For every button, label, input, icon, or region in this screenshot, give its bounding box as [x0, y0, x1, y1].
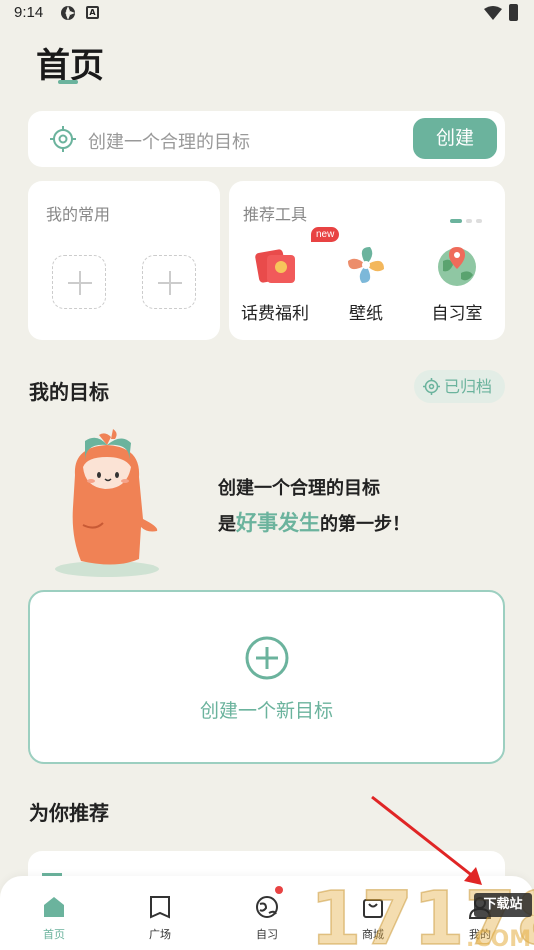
tab-label: 自习: [256, 928, 278, 941]
tool-phone-bill[interactable]: new 话费福利: [233, 227, 340, 324]
red-arrow-annotation: [371, 795, 482, 885]
slogan-prefix: 是: [218, 514, 236, 535]
tab-home[interactable]: 首页: [24, 876, 84, 950]
target-icon: [423, 378, 440, 395]
target-icon: [50, 126, 76, 152]
mascot-illustration: [55, 429, 159, 577]
globe-pin-icon: [438, 247, 476, 286]
carousel-dot-active: [450, 219, 462, 223]
notification-dot: [275, 886, 283, 894]
watermark-suffix: .COM: [466, 927, 531, 950]
goal-input-placeholder[interactable]: 创建一个合理的目标: [88, 128, 250, 154]
tab-label: 广场: [149, 928, 171, 941]
settings-status-icon: [61, 6, 75, 20]
watermark-badge: 下载站: [474, 893, 532, 917]
goal-slogan-line1: 创建一个合理的目标: [218, 478, 380, 499]
tool-study-room[interactable]: 自习室: [415, 243, 499, 324]
goal-slogan-line2: 是好事发生的第一步！: [218, 507, 410, 537]
title-underline: [58, 80, 78, 84]
recommend-section-title: 为你推荐: [29, 801, 109, 825]
create-goal-button[interactable]: 创建: [413, 118, 497, 159]
book-icon: [150, 896, 170, 919]
carousel-dots: [450, 208, 486, 227]
tab-study[interactable]: 自习: [237, 876, 297, 950]
carousel-dot: [476, 219, 482, 223]
add-favorite-slot[interactable]: [52, 255, 106, 309]
home-icon: [44, 897, 64, 917]
new-goal-card[interactable]: 创建一个新目标: [28, 590, 505, 764]
favorites-card: 我的常用: [28, 181, 220, 340]
slogan-suffix: 的第一步！: [320, 514, 410, 535]
tool-label: 壁纸: [349, 304, 383, 324]
status-app-indicator: A: [86, 6, 99, 19]
globe-icon: [256, 896, 278, 918]
goals-section-title: 我的目标: [29, 380, 109, 404]
new-goal-label[interactable]: 创建一个新目标: [30, 696, 503, 723]
carousel-dot: [466, 219, 472, 223]
tool-label: 自习室: [431, 304, 483, 324]
plus-circle-icon: [245, 636, 289, 680]
tab-square[interactable]: 广场: [130, 876, 190, 950]
slogan-highlight: 好事发生: [236, 511, 320, 535]
tab-label: 首页: [43, 928, 65, 941]
tools-title: 推荐工具: [243, 205, 308, 224]
tool-label: 话费福利: [241, 304, 309, 324]
archived-button[interactable]: 已归档: [414, 370, 505, 403]
add-favorite-slot[interactable]: [142, 255, 196, 309]
archived-label[interactable]: 已归档: [444, 377, 492, 396]
favorites-title: 我的常用: [46, 205, 111, 224]
status-bar: 9:14 A: [0, 0, 534, 28]
red-envelope-icon: [255, 249, 295, 283]
wifi-icon: [484, 6, 502, 20]
pinwheel-icon: [348, 247, 384, 283]
goal-input-card[interactable]: 创建一个合理的目标 创建: [28, 111, 505, 167]
battery-icon: [509, 4, 518, 21]
tool-wallpaper[interactable]: 壁纸: [324, 243, 408, 324]
status-time: 9:14: [14, 4, 44, 21]
new-badge: new: [311, 227, 340, 242]
tools-card: 推荐工具 new 话费福利 壁纸 自习室: [229, 181, 505, 340]
